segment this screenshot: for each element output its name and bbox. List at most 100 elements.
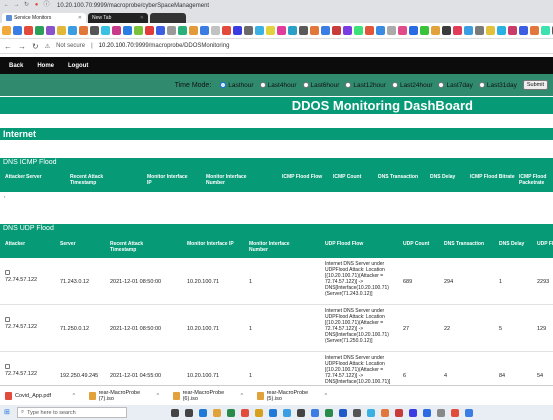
bookmark-icon[interactable]	[35, 26, 44, 35]
nav-back[interactable]: Back	[9, 63, 23, 69]
bookmark-icon[interactable]	[189, 26, 198, 35]
taskbar-app-icon[interactable]	[171, 408, 179, 417]
radio-button[interactable]	[438, 82, 445, 88]
taskbar-app-icon[interactable]	[437, 408, 445, 417]
bookmark-icon[interactable]	[519, 26, 528, 35]
bookmark-icon[interactable]	[266, 26, 275, 35]
chevron-up-icon[interactable]: ^	[73, 393, 75, 399]
top-url-text[interactable]: 10.20.100.70:9999/macroprobe/cyberSpaceM…	[57, 3, 209, 9]
forward-icon[interactable]: →	[18, 42, 26, 51]
back-icon[interactable]: ←	[3, 2, 10, 9]
row-checkbox[interactable]	[5, 270, 10, 275]
time-option-lasthour[interactable]: Lasthour	[220, 82, 254, 89]
windows-start-icon[interactable]: ⊞	[4, 409, 11, 416]
warning-icon[interactable]: ⚠	[45, 43, 50, 50]
time-option-last31day[interactable]: Last31day	[478, 82, 517, 89]
radio-button[interactable]	[220, 82, 227, 88]
tab-blank[interactable]	[150, 13, 186, 23]
bookmark-icon[interactable]	[200, 26, 209, 35]
taskbar-app-icon[interactable]	[297, 408, 305, 417]
bookmark-icon[interactable]	[321, 26, 330, 35]
taskbar-search[interactable]: ⌕ Type here to search	[17, 407, 127, 418]
time-option-last7day[interactable]: Last7day	[438, 82, 473, 89]
bookmark-icon[interactable]	[310, 26, 319, 35]
radio-button[interactable]	[259, 82, 266, 88]
bookmark-icon[interactable]	[541, 26, 550, 35]
radio-button[interactable]	[391, 82, 398, 88]
bookmark-icon[interactable]	[2, 26, 11, 35]
bookmark-icon[interactable]	[497, 26, 506, 35]
taskbar-app-icon[interactable]	[353, 408, 361, 417]
row-checkbox[interactable]	[5, 317, 10, 322]
bookmark-icon[interactable]	[244, 26, 253, 35]
taskbar-app-icon[interactable]	[367, 408, 375, 417]
taskbar-app-icon[interactable]	[395, 408, 403, 417]
bookmark-icon[interactable]	[387, 26, 396, 35]
radio-button[interactable]	[478, 82, 485, 88]
taskbar-app-icon[interactable]	[269, 408, 277, 417]
chevron-up-icon[interactable]: ^	[241, 393, 243, 399]
download-item[interactable]: rear-MacroProbe (6).iso ^	[173, 390, 251, 402]
bookmark-icon[interactable]	[123, 26, 132, 35]
bookmark-icon[interactable]	[68, 26, 77, 35]
forward-icon[interactable]: →	[13, 2, 20, 9]
taskbar-app-icon[interactable]	[423, 408, 431, 417]
bookmark-icon[interactable]	[453, 26, 462, 35]
tab-service-monitors[interactable]: Service Monitors ✕	[2, 13, 86, 23]
security-label[interactable]: Not secure	[56, 43, 85, 49]
taskbar-app-icon[interactable]	[381, 408, 389, 417]
bookmark-icon[interactable]	[530, 26, 539, 35]
bookmark-icon[interactable]	[486, 26, 495, 35]
bookmark-icon[interactable]	[376, 26, 385, 35]
taskbar-app-icon[interactable]	[465, 408, 473, 417]
time-option-last12hour[interactable]: Last12hour	[345, 82, 386, 89]
row-checkbox[interactable]	[5, 364, 10, 369]
bookmark-icon[interactable]	[365, 26, 374, 35]
taskbar-app-icon[interactable]	[213, 408, 221, 417]
bookmark-icon[interactable]	[398, 26, 407, 35]
bookmark-icon[interactable]	[101, 26, 110, 35]
url-field[interactable]: 10.20.100.70:9999/macroprobe/DDOSMonitor…	[99, 43, 230, 49]
bookmark-icon[interactable]	[90, 26, 99, 35]
bookmark-icon[interactable]	[255, 26, 264, 35]
bookmark-icon[interactable]	[145, 26, 154, 35]
bookmark-icon[interactable]	[134, 26, 143, 35]
chevron-up-icon[interactable]: ^	[325, 393, 327, 399]
close-tab-icon[interactable]: ✕	[78, 13, 82, 23]
chevron-up-icon[interactable]: ^	[157, 393, 159, 399]
nav-home[interactable]: Home	[37, 63, 54, 69]
taskbar-app-icon[interactable]	[255, 408, 263, 417]
taskbar-app-icon[interactable]	[241, 408, 249, 417]
taskbar-app-icon[interactable]	[185, 408, 193, 417]
bookmark-icon[interactable]	[409, 26, 418, 35]
taskbar-app-icon[interactable]	[339, 408, 347, 417]
submit-button[interactable]: Submit	[522, 80, 548, 90]
taskbar-app-icon[interactable]	[409, 408, 417, 417]
nav-logout[interactable]: Logout	[68, 63, 88, 69]
bookmark-icon[interactable]	[178, 26, 187, 35]
bookmark-icon[interactable]	[156, 26, 165, 35]
taskbar-app-icon[interactable]	[199, 408, 207, 417]
bookmark-icon[interactable]	[332, 26, 341, 35]
bookmark-icon[interactable]	[24, 26, 33, 35]
close-tab-icon[interactable]: ✕	[140, 13, 144, 23]
bookmark-icon[interactable]	[464, 26, 473, 35]
bookmark-icon[interactable]	[211, 26, 220, 35]
bookmark-icon[interactable]	[288, 26, 297, 35]
bookmark-icon[interactable]	[475, 26, 484, 35]
tab-new-tab[interactable]: New Tab ✕	[88, 13, 148, 23]
bookmark-icon[interactable]	[508, 26, 517, 35]
taskbar-app-icon[interactable]	[283, 408, 291, 417]
bookmark-icon[interactable]	[222, 26, 231, 35]
back-icon[interactable]: ←	[4, 42, 12, 51]
bookmark-icon[interactable]	[46, 26, 55, 35]
bookmark-icon[interactable]	[299, 26, 308, 35]
taskbar-app-icon[interactable]	[325, 408, 333, 417]
bookmark-icon[interactable]	[354, 26, 363, 35]
bookmark-icon[interactable]	[420, 26, 429, 35]
time-option-last24hour[interactable]: Last24hour	[391, 82, 432, 89]
time-option-last4hour[interactable]: Last4hour	[259, 82, 297, 89]
bookmark-icon[interactable]	[57, 26, 66, 35]
bookmark-icon[interactable]	[277, 26, 286, 35]
download-item[interactable]: Covid_App.pdf ^	[5, 391, 83, 400]
